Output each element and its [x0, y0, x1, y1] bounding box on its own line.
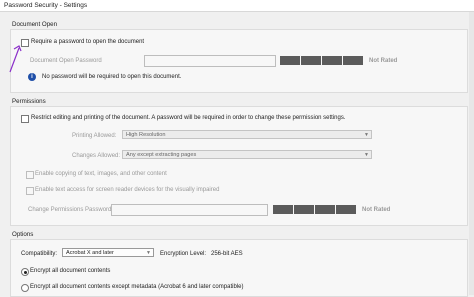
- changes-allowed-select[interactable]: Any except extracting pages ▼: [122, 150, 372, 159]
- permissions-heading: Permissions: [12, 98, 46, 105]
- restrict-editing-checkbox[interactable]: [21, 115, 29, 123]
- printing-allowed-value: High Resolution: [126, 132, 166, 138]
- enable-text-access-checkbox[interactable]: [26, 187, 34, 195]
- permissions-strength-meter: [273, 205, 356, 214]
- window-scrollbar[interactable]: [469, 12, 474, 295]
- options-heading: Options: [12, 231, 34, 238]
- changes-allowed-value: Any except extracting pages: [126, 152, 197, 158]
- chevron-down-icon: ▼: [364, 132, 369, 138]
- enable-text-access-label: Enable text access for screen reader dev…: [35, 187, 220, 193]
- change-permissions-password-input[interactable]: [111, 204, 268, 216]
- document-open-heading: Document Open: [12, 21, 58, 28]
- compatibility-select[interactable]: Acrobat X and later ▼: [62, 248, 154, 257]
- encryption-level-label: Encryption Level:: [160, 251, 207, 257]
- window-title: Password Security - Settings: [4, 2, 88, 9]
- printing-allowed-select[interactable]: High Resolution ▼: [122, 130, 372, 139]
- window-titlebar: Password Security - Settings: [0, 0, 474, 12]
- permissions-strength-text: Not Rated: [362, 207, 391, 213]
- restrict-editing-label: Restrict editing and printing of the doc…: [31, 115, 346, 121]
- compatibility-label: Compatibility:: [21, 251, 58, 257]
- enable-copying-label: Enable copying of text, images, and othe…: [35, 171, 167, 177]
- change-permissions-password-label: Change Permissions Password:: [28, 207, 114, 213]
- require-password-checkbox[interactable]: [21, 39, 29, 47]
- changes-allowed-label: Changes Allowed:: [72, 153, 121, 159]
- printing-allowed-label: Printing Allowed:: [72, 133, 117, 139]
- chevron-down-icon: ▼: [364, 152, 369, 158]
- no-password-info-text: No password will be required to open thi…: [42, 74, 182, 80]
- encrypt-all-label: Encrypt all document contents: [30, 268, 111, 274]
- document-open-password-input[interactable]: [144, 55, 276, 67]
- encryption-level-value: 256-bit AES: [211, 251, 243, 257]
- document-open-strength-meter: [280, 56, 363, 65]
- require-password-label: Require a password to open the document: [31, 39, 145, 45]
- info-icon: i: [28, 73, 36, 81]
- enable-copying-checkbox[interactable]: [26, 171, 34, 179]
- document-open-strength-text: Not Rated: [369, 58, 398, 64]
- chevron-down-icon: ▼: [146, 250, 151, 256]
- encrypt-except-metadata-radio[interactable]: [21, 284, 29, 292]
- compatibility-value: Acrobat X and later: [66, 250, 114, 256]
- encrypt-all-radio[interactable]: [21, 268, 29, 276]
- encrypt-except-metadata-label: Encrypt all document contents except met…: [30, 284, 244, 290]
- document-open-password-label: Document Open Password: [30, 58, 102, 64]
